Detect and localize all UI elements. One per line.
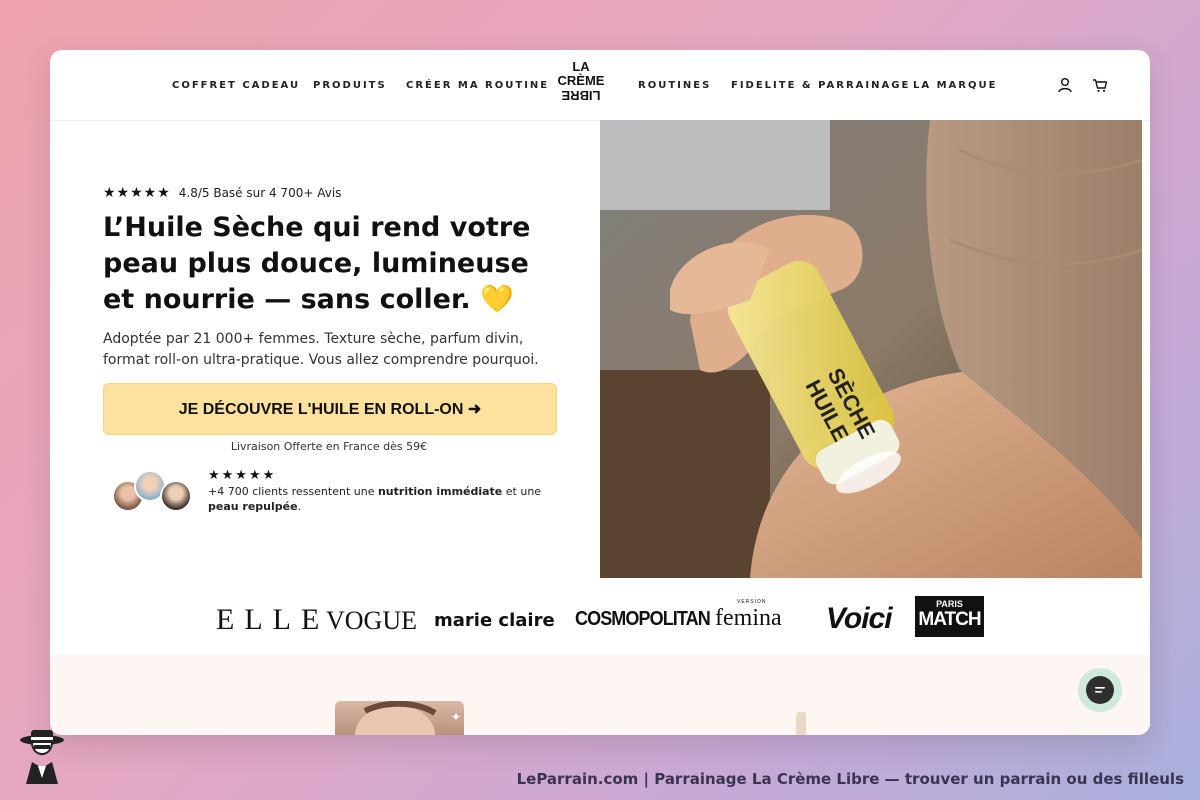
social-proof: ★★★★★ +4 700 clients ressentent une nutr… — [208, 468, 568, 514]
footer-caption: LeParrain.com | Parrainage La Crème Libr… — [516, 770, 1184, 788]
nav-creer-ma-routine[interactable]: CRÉER MA ROUTINE — [406, 80, 549, 91]
press-voici: Voici — [826, 602, 893, 635]
site-header: COFFRET CADEAU PRODUITS CRÉER MA ROUTINE… — [50, 50, 1150, 121]
hero-product-image: HUILE SÈCHE — [600, 120, 1142, 578]
press-elle: ELLE — [216, 603, 330, 636]
user-icon[interactable] — [1056, 76, 1074, 94]
svg-text:✦: ✦ — [451, 710, 461, 724]
section-thumbnail: ✦ — [335, 701, 464, 735]
press-cosmopolitan: COSMOPOLITAN — [575, 608, 711, 630]
proof-text: +4 700 clients ressentent une nutrition … — [208, 485, 542, 513]
nav-fidelite-parrainage[interactable]: FIDELITE & PARRAINAGE — [731, 80, 910, 91]
customer-avatars — [112, 470, 192, 512]
browser-page: COFFRET CADEAU PRODUITS CRÉER MA ROUTINE… — [50, 50, 1150, 735]
press-vogue: VOGUE — [326, 606, 417, 635]
chat-button[interactable] — [1078, 668, 1122, 712]
brand-logo[interactable]: LA CRÈME LIBRE — [556, 60, 606, 110]
nav-coffret-cadeau[interactable]: COFFRET CADEAU — [172, 80, 300, 91]
decorative-object — [796, 712, 806, 735]
press-marie-claire: marie claire — [434, 610, 555, 631]
rating-summary: ★★★★★ 4.8/5 Basé sur 4 700+ Avis — [103, 185, 341, 201]
nav-la-marque[interactable]: LA MARQUE — [913, 80, 997, 91]
mascot-logo — [20, 730, 64, 784]
nav-produits[interactable]: PRODUITS — [313, 80, 387, 91]
press-paris-match: PARIS MATCH — [915, 596, 984, 637]
nav-routines[interactable]: ROUTINES — [638, 80, 711, 91]
logo-line-1: LA — [572, 59, 590, 74]
hero-subtitle: Adoptée par 21 000+ femmes. Texture sèch… — [103, 331, 539, 368]
discover-roll-on-button[interactable]: JE DÉCOUVRE L'HUILE EN ROLL-ON ➜ — [103, 383, 557, 435]
rating-stars: ★★★★★ — [103, 185, 171, 201]
shipping-note: Livraison Offerte en France dès 59€ — [230, 440, 428, 453]
chat-icon — [1086, 676, 1114, 704]
hero-title: L’Huile Sèche qui rend votre peau plus d… — [103, 212, 531, 315]
avatar — [160, 480, 192, 512]
next-section-band — [50, 655, 1150, 735]
proof-stars: ★★★★★ — [208, 468, 277, 483]
cart-icon[interactable] — [1091, 76, 1109, 94]
rating-text: 4.8/5 Basé sur 4 700+ Avis — [178, 186, 342, 200]
logo-line-3: LIBRE — [561, 88, 601, 103]
press-femina: VERSION femina — [715, 599, 782, 631]
logo-line-2: CRÈME — [557, 73, 605, 88]
press-logos: ELLE VOGUE marie claire COSMOPOLITAN VER… — [50, 590, 1150, 650]
